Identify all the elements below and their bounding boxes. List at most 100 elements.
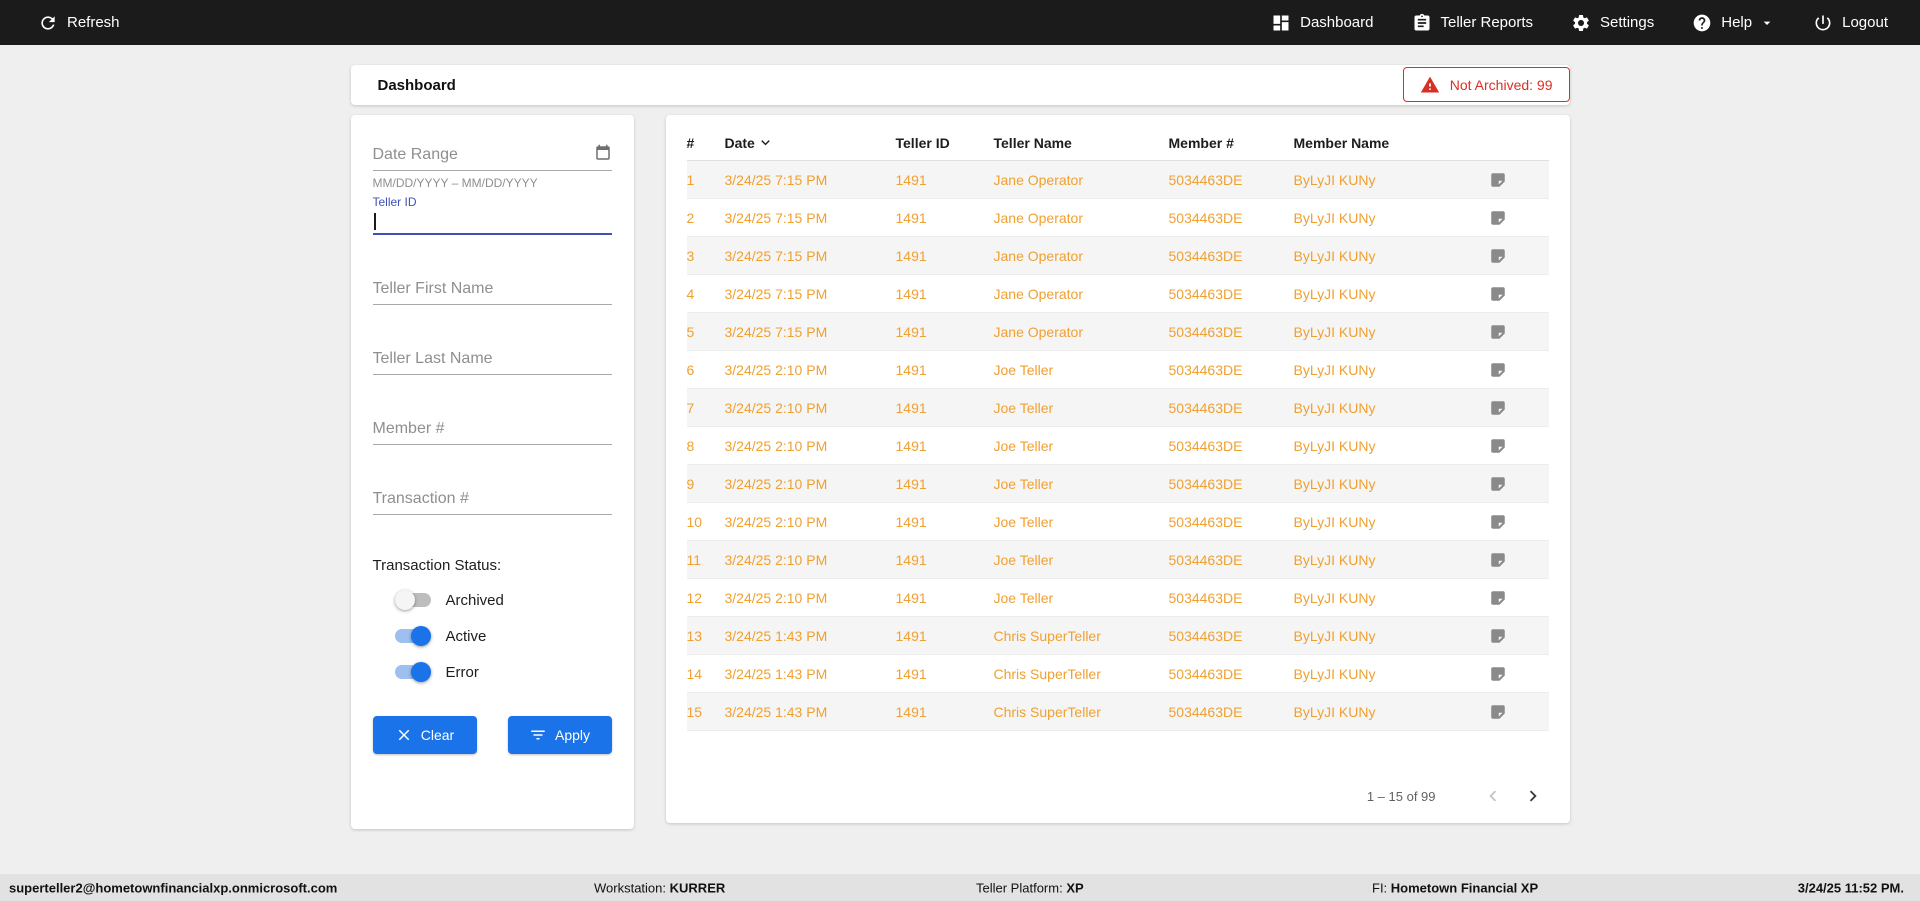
note-icon[interactable] <box>1489 437 1507 455</box>
topbar-nav: Dashboard Teller Reports Settings Help L… <box>1271 13 1888 33</box>
transaction-number-input[interactable] <box>372 485 612 515</box>
table-row[interactable]: 8 3/24/25 2:10 PM 1491 Joe Teller 503446… <box>686 427 1549 465</box>
teller-last-name-input[interactable] <box>372 345 612 375</box>
nav-dashboard[interactable]: Dashboard <box>1271 13 1374 33</box>
date-cell: 3/24/25 2:10 PM <box>724 513 828 530</box>
col-member-name[interactable]: Member Name <box>1294 135 1489 151</box>
table-row[interactable]: 6 3/24/25 2:10 PM 1491 Joe Teller 503446… <box>686 351 1549 389</box>
note-icon[interactable] <box>1489 665 1507 683</box>
table-row[interactable]: 4 3/24/25 7:15 PM 1491 Jane Operator 503… <box>686 275 1549 313</box>
teller-id-cell: 1491 <box>895 399 927 416</box>
table-row[interactable]: 15 3/24/25 1:43 PM 1491 Chris SuperTelle… <box>686 693 1549 731</box>
toggle-switch[interactable] <box>394 590 431 610</box>
note-icon[interactable] <box>1489 285 1507 303</box>
teller-id-input[interactable] <box>372 209 612 235</box>
member-number-cell: 5034463DE <box>1168 209 1243 226</box>
note-icon[interactable] <box>1489 551 1507 569</box>
workstation-info: Workstation: KURRER <box>594 880 725 895</box>
table-row[interactable]: 7 3/24/25 2:10 PM 1491 Joe Teller 503446… <box>686 389 1549 427</box>
row-number-cell: 5 <box>686 323 695 340</box>
teller-id-cell: 1491 <box>895 285 927 302</box>
transaction-status-label: Transaction Status: <box>372 557 502 574</box>
note-icon[interactable] <box>1489 209 1507 227</box>
prev-page-button[interactable] <box>1480 783 1506 809</box>
note-icon[interactable] <box>1489 475 1507 493</box>
col-teller-id[interactable]: Teller ID <box>896 135 994 151</box>
teller-id-cell: 1491 <box>895 323 927 340</box>
teller-name-cell: Jane Operator <box>993 247 1084 264</box>
col-teller-name[interactable]: Teller Name <box>994 135 1169 151</box>
teller-first-name-input[interactable] <box>372 275 612 305</box>
status-toggle[interactable]: Error <box>394 660 612 684</box>
apply-button-label: Apply <box>554 727 591 743</box>
table-row[interactable]: 13 3/24/25 1:43 PM 1491 Chris SuperTelle… <box>686 617 1549 655</box>
chevron-down-icon <box>1763 21 1771 25</box>
note-icon[interactable] <box>1489 589 1507 607</box>
nav-teller-reports[interactable]: Teller Reports <box>1412 13 1533 33</box>
note-icon[interactable] <box>1489 513 1507 531</box>
date-format-hint: MM/DD/YYYY – MM/DD/YYYY <box>372 176 538 190</box>
status-toggle[interactable]: Archived <box>394 588 612 612</box>
nav-settings[interactable]: Settings <box>1571 13 1654 33</box>
member-number-cell: 5034463DE <box>1168 399 1243 416</box>
col-num[interactable]: # <box>687 135 725 151</box>
refresh-button[interactable]: Refresh <box>38 13 120 33</box>
col-date-sort[interactable]: Date <box>725 134 896 151</box>
member-number-cell: 5034463DE <box>1168 551 1243 568</box>
teller-name-cell: Chris SuperTeller <box>993 665 1101 682</box>
clear-button[interactable]: Clear <box>372 716 477 754</box>
apply-button[interactable]: Apply <box>507 716 612 754</box>
note-icon[interactable] <box>1489 703 1507 721</box>
note-icon[interactable] <box>1489 399 1507 417</box>
note-icon[interactable] <box>1489 627 1507 645</box>
member-number-cell: 5034463DE <box>1168 361 1243 378</box>
logout-icon <box>1815 15 1831 30</box>
teller-id-cell: 1491 <box>895 247 927 264</box>
main-area: Dashboard Not Archived: 99 MM/DD/YYYY – … <box>0 45 1920 874</box>
member-name-cell: ByLyJI KUNy <box>1293 703 1376 720</box>
help-icon <box>1693 14 1711 31</box>
nav-help[interactable]: Help <box>1692 13 1775 33</box>
table-row[interactable]: 2 3/24/25 7:15 PM 1491 Jane Operator 503… <box>686 199 1549 237</box>
table-row[interactable]: 9 3/24/25 2:10 PM 1491 Joe Teller 503446… <box>686 465 1549 503</box>
table-row[interactable]: 5 3/24/25 7:15 PM 1491 Jane Operator 503… <box>686 313 1549 351</box>
table-row[interactable]: 10 3/24/25 2:10 PM 1491 Joe Teller 50344… <box>686 503 1549 541</box>
note-icon[interactable] <box>1489 323 1507 341</box>
note-icon[interactable] <box>1489 171 1507 189</box>
not-archived-badge[interactable]: Not Archived: 99 <box>1402 67 1570 102</box>
page-header: Dashboard Not Archived: 99 <box>350 65 1570 105</box>
clear-x-icon <box>398 729 410 741</box>
calendar-icon[interactable] <box>594 144 612 162</box>
status-toggle[interactable]: Active <box>394 624 612 648</box>
nav-logout[interactable]: Logout <box>1813 13 1888 33</box>
page-title: Dashboard <box>377 76 456 94</box>
toggle-switch[interactable] <box>394 626 431 646</box>
table-row[interactable]: 14 3/24/25 1:43 PM 1491 Chris SuperTelle… <box>686 655 1549 693</box>
row-number-cell: 12 <box>686 589 703 606</box>
member-number-input[interactable] <box>372 415 612 445</box>
row-number-cell: 15 <box>686 703 703 720</box>
refresh-icon <box>41 15 55 30</box>
note-icon[interactable] <box>1489 361 1507 379</box>
date-range-input[interactable] <box>372 141 612 171</box>
table-row[interactable]: 11 3/24/25 2:10 PM 1491 Joe Teller 50344… <box>686 541 1549 579</box>
teller-id-cell: 1491 <box>895 627 927 644</box>
table-row[interactable]: 1 3/24/25 7:15 PM 1491 Jane Operator 503… <box>686 161 1549 199</box>
table-row[interactable]: 3 3/24/25 7:15 PM 1491 Jane Operator 503… <box>686 237 1549 275</box>
note-icon[interactable] <box>1489 247 1507 265</box>
topbar: Refresh Dashboard Teller Reports Setting… <box>0 0 1920 45</box>
teller-name-cell: Jane Operator <box>993 323 1084 340</box>
member-name-cell: ByLyJI KUNy <box>1293 399 1376 416</box>
chevron-left-icon <box>1488 790 1496 802</box>
next-page-button[interactable] <box>1520 783 1546 809</box>
date-cell: 3/24/25 7:15 PM <box>724 247 828 264</box>
note-cell <box>1489 323 1549 341</box>
toggle-switch[interactable] <box>394 662 431 682</box>
date-cell: 3/24/25 2:10 PM <box>724 399 828 416</box>
member-name-cell: ByLyJI KUNy <box>1293 551 1376 568</box>
toggle-label: Active <box>445 627 487 645</box>
col-member-num[interactable]: Member # <box>1169 135 1294 151</box>
warning-icon <box>1420 76 1439 92</box>
table-row[interactable]: 12 3/24/25 2:10 PM 1491 Joe Teller 50344… <box>686 579 1549 617</box>
toggle-group: Archived Active Error <box>373 588 612 684</box>
